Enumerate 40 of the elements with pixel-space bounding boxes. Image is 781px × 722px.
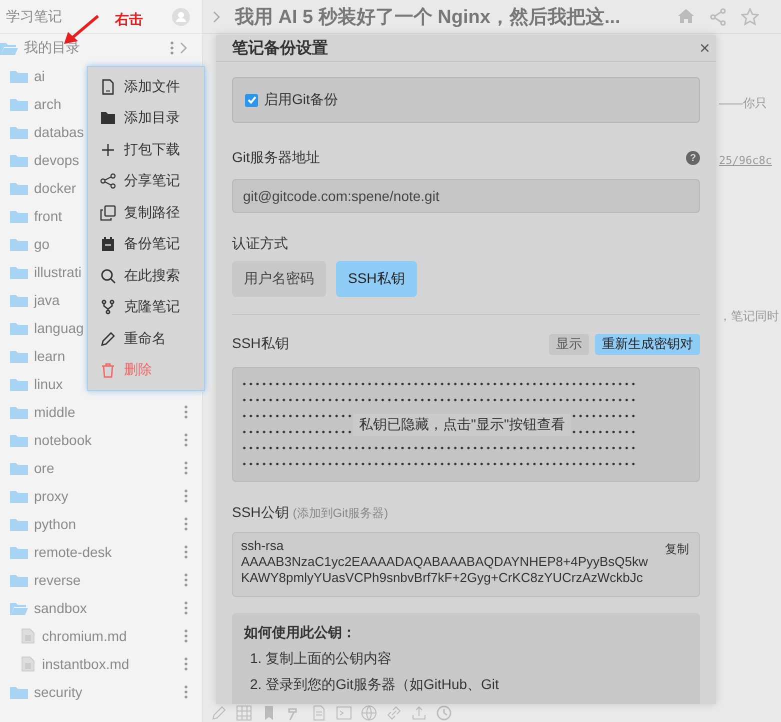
item-label: security: [34, 684, 82, 700]
item-label: middle: [34, 404, 76, 420]
document-title: 我用 AI 5 秒装好了一个 Nginx，然后我把这...: [235, 6, 620, 30]
item-label: arch: [34, 96, 62, 112]
item-label: notebook: [34, 432, 92, 448]
dialog-title: 笔记备份设置: [232, 38, 328, 58]
field-label: SSH公钥: [232, 504, 289, 522]
public-key-text: ssh-rsa AAAAB3NzaC1yc2EAAAADAQABAAABAQDAYNHEP8+4PyyBsQ5kw KAWY8pmlyYUasVCPh9snbvBrf7kF+2Gyg+CrKC8zYUCrzAzWckbJc: [241, 538, 648, 586]
item-label: ore: [34, 460, 54, 476]
item-label: front: [34, 208, 62, 224]
annotation-text: 右击: [115, 11, 143, 29]
item-label: ai: [34, 68, 45, 84]
item-label: remote-desk: [34, 544, 112, 560]
item-label: learn: [34, 348, 66, 364]
item-label: sandbox: [34, 600, 87, 616]
checkbox-label: 启用Git备份: [264, 91, 338, 109]
item-label: illustrati: [34, 264, 82, 280]
item-label: java: [34, 292, 60, 308]
help-title: 如何使用此公钥：: [244, 624, 357, 642]
item-label: python: [34, 516, 76, 532]
app-title: 学习笔记: [6, 8, 62, 26]
item-label: instantbox.md: [42, 656, 130, 672]
article-text: ——你只: [719, 95, 768, 112]
hidden-key-note: 私钥已隐藏，点击"显示"按钮查看: [353, 414, 571, 436]
item-label: databas: [34, 124, 84, 140]
field-label: 认证方式: [232, 235, 288, 253]
item-label: proxy: [34, 488, 68, 504]
item-label: chromium.md: [42, 628, 127, 644]
item-label: linux: [34, 376, 63, 392]
item-label: docker: [34, 180, 76, 196]
item-label: reverse: [34, 572, 81, 588]
help-step: 2. 登录到您的Git服务器（如GitHub、Git: [244, 676, 688, 694]
article-text: ，笔记同时: [719, 308, 780, 325]
item-label: languag: [34, 320, 84, 336]
field-label: Git服务器地址: [232, 149, 320, 167]
field-hint: (添加到Git服务器): [292, 505, 388, 522]
help-step: 1. 复制上面的公钥内容: [244, 650, 688, 668]
item-label: go: [34, 236, 50, 252]
field-label: SSH私钥: [232, 335, 290, 353]
item-label: devops: [34, 152, 80, 168]
